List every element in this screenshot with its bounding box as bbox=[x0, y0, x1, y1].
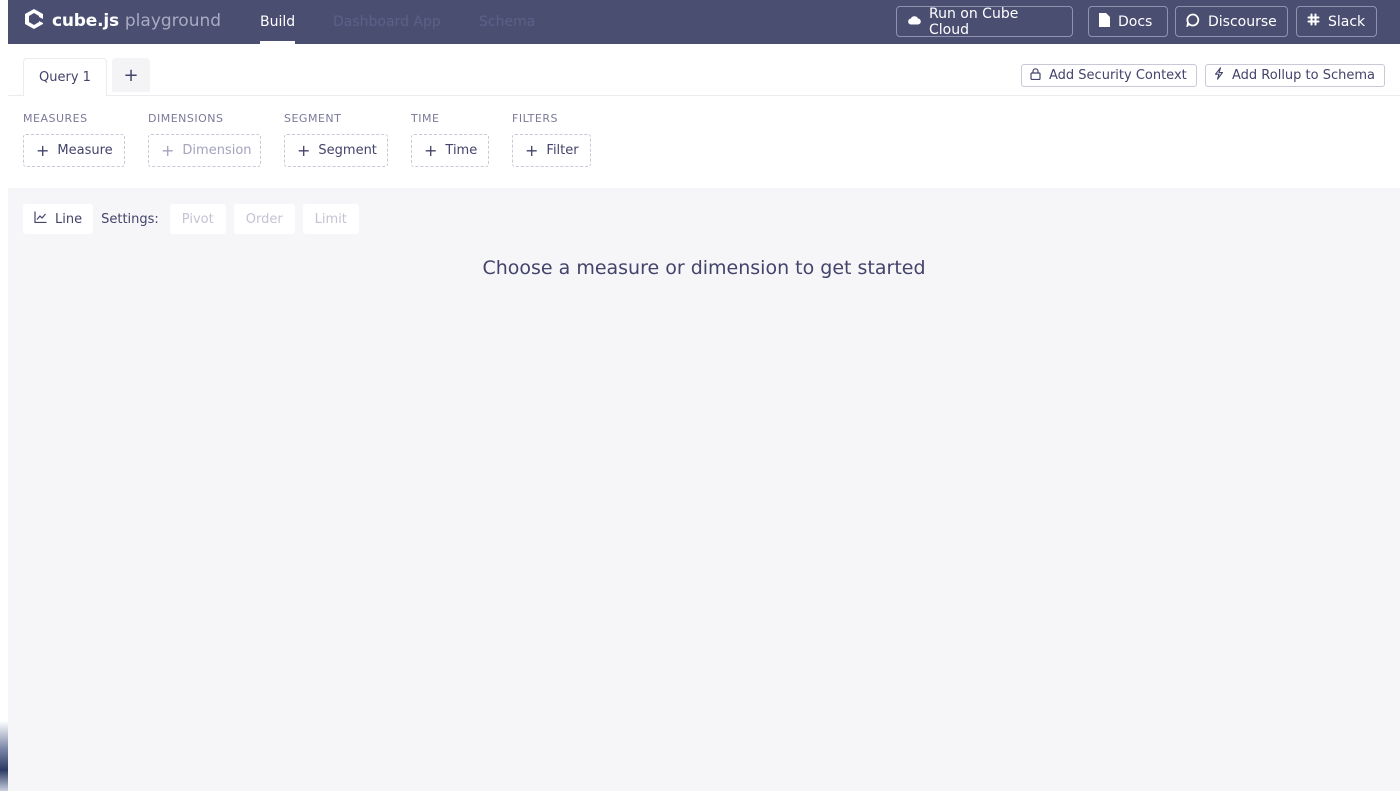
top-header: cube.js playground Build Dashboard App S… bbox=[8, 0, 1400, 44]
tab-query-1[interactable]: Query 1 bbox=[23, 58, 107, 96]
slack-button[interactable]: Slack bbox=[1296, 6, 1377, 37]
add-filter-button[interactable]: + Filter bbox=[512, 134, 591, 167]
add-rollup-label: Add Rollup to Schema bbox=[1232, 68, 1375, 83]
add-time-button[interactable]: + Time bbox=[411, 134, 489, 167]
logo-subtitle: playground bbox=[124, 11, 222, 31]
discourse-label: Discourse bbox=[1208, 13, 1277, 30]
logo-text: cube.js bbox=[52, 11, 119, 31]
dimensions-group: DIMENSIONS + Dimension bbox=[148, 112, 261, 167]
add-measure-label: Measure bbox=[57, 143, 113, 158]
line-chart-icon bbox=[34, 211, 47, 227]
plus-icon: + bbox=[36, 140, 50, 160]
nav-dashboard-app[interactable]: Dashboard App bbox=[333, 0, 441, 44]
document-icon bbox=[1099, 12, 1110, 31]
limit-button[interactable]: Limit bbox=[302, 204, 359, 234]
cube-logo-icon bbox=[22, 7, 46, 35]
add-security-context-label: Add Security Context bbox=[1049, 68, 1187, 83]
logo[interactable]: cube.js playground bbox=[22, 6, 221, 36]
add-time-label: Time bbox=[445, 143, 478, 158]
dimensions-label: DIMENSIONS bbox=[148, 112, 224, 125]
filters-label: FILTERS bbox=[512, 112, 558, 125]
add-segment-button[interactable]: + Segment bbox=[284, 134, 388, 167]
lightning-icon bbox=[1214, 67, 1224, 84]
nav-schema[interactable]: Schema bbox=[479, 0, 535, 44]
playground-app: cube.js playground Build Dashboard App S… bbox=[8, 0, 1400, 791]
add-query-tab-button[interactable]: + bbox=[112, 58, 150, 92]
nav-build[interactable]: Build bbox=[260, 0, 296, 44]
filters-group: FILTERS + Filter bbox=[512, 112, 591, 167]
chart-type-button[interactable]: Line bbox=[23, 204, 94, 234]
cloud-icon bbox=[907, 14, 921, 30]
lock-icon bbox=[1030, 67, 1041, 84]
segment-label: SEGMENT bbox=[284, 112, 342, 125]
add-segment-label: Segment bbox=[318, 143, 377, 158]
slack-label: Slack bbox=[1328, 13, 1366, 30]
docs-label: Docs bbox=[1118, 13, 1153, 30]
add-measure-button[interactable]: + Measure bbox=[23, 134, 125, 167]
order-button[interactable]: Order bbox=[233, 204, 295, 234]
plus-icon: + bbox=[161, 140, 175, 160]
chat-bubble-icon bbox=[1186, 13, 1200, 31]
time-group: TIME + Time bbox=[411, 112, 489, 167]
settings-label: Settings: bbox=[101, 211, 159, 227]
empty-state-message: Choose a measure or dimension to get sta… bbox=[482, 257, 926, 279]
plus-icon: + bbox=[297, 140, 311, 160]
run-on-cube-cloud-button[interactable]: Run on Cube Cloud bbox=[896, 5, 1073, 38]
run-on-cube-cloud-label: Run on Cube Cloud bbox=[929, 5, 1019, 38]
chart-type-label: Line bbox=[55, 211, 83, 227]
add-dimension-label: Dimension bbox=[182, 143, 252, 158]
slack-icon bbox=[1307, 13, 1320, 30]
measures-group: MEASURES + Measure bbox=[23, 112, 125, 167]
discourse-button[interactable]: Discourse bbox=[1175, 6, 1288, 37]
measures-label: MEASURES bbox=[23, 112, 88, 125]
docs-button[interactable]: Docs bbox=[1088, 6, 1168, 37]
query-builder-members: MEASURES + Measure DIMENSIONS + Dimensio… bbox=[8, 96, 1400, 188]
time-label: TIME bbox=[411, 112, 440, 125]
plus-icon: + bbox=[424, 140, 438, 160]
add-dimension-button[interactable]: + Dimension bbox=[148, 134, 261, 167]
left-window-edge bbox=[0, 0, 8, 791]
segment-group: SEGMENT + Segment bbox=[284, 112, 388, 167]
chart-settings-row: Line Settings: Pivot Order Limit bbox=[23, 204, 359, 234]
add-security-context-button[interactable]: Add Security Context bbox=[1021, 64, 1197, 87]
add-rollup-button[interactable]: Add Rollup to Schema bbox=[1205, 64, 1385, 87]
add-filter-label: Filter bbox=[546, 143, 579, 158]
plus-icon: + bbox=[525, 140, 539, 160]
desktop-background-sliver bbox=[0, 721, 8, 791]
pivot-button[interactable]: Pivot bbox=[169, 204, 226, 234]
query-tabs-bar: Query 1 + Add Security Context Add Rollu… bbox=[8, 44, 1400, 96]
